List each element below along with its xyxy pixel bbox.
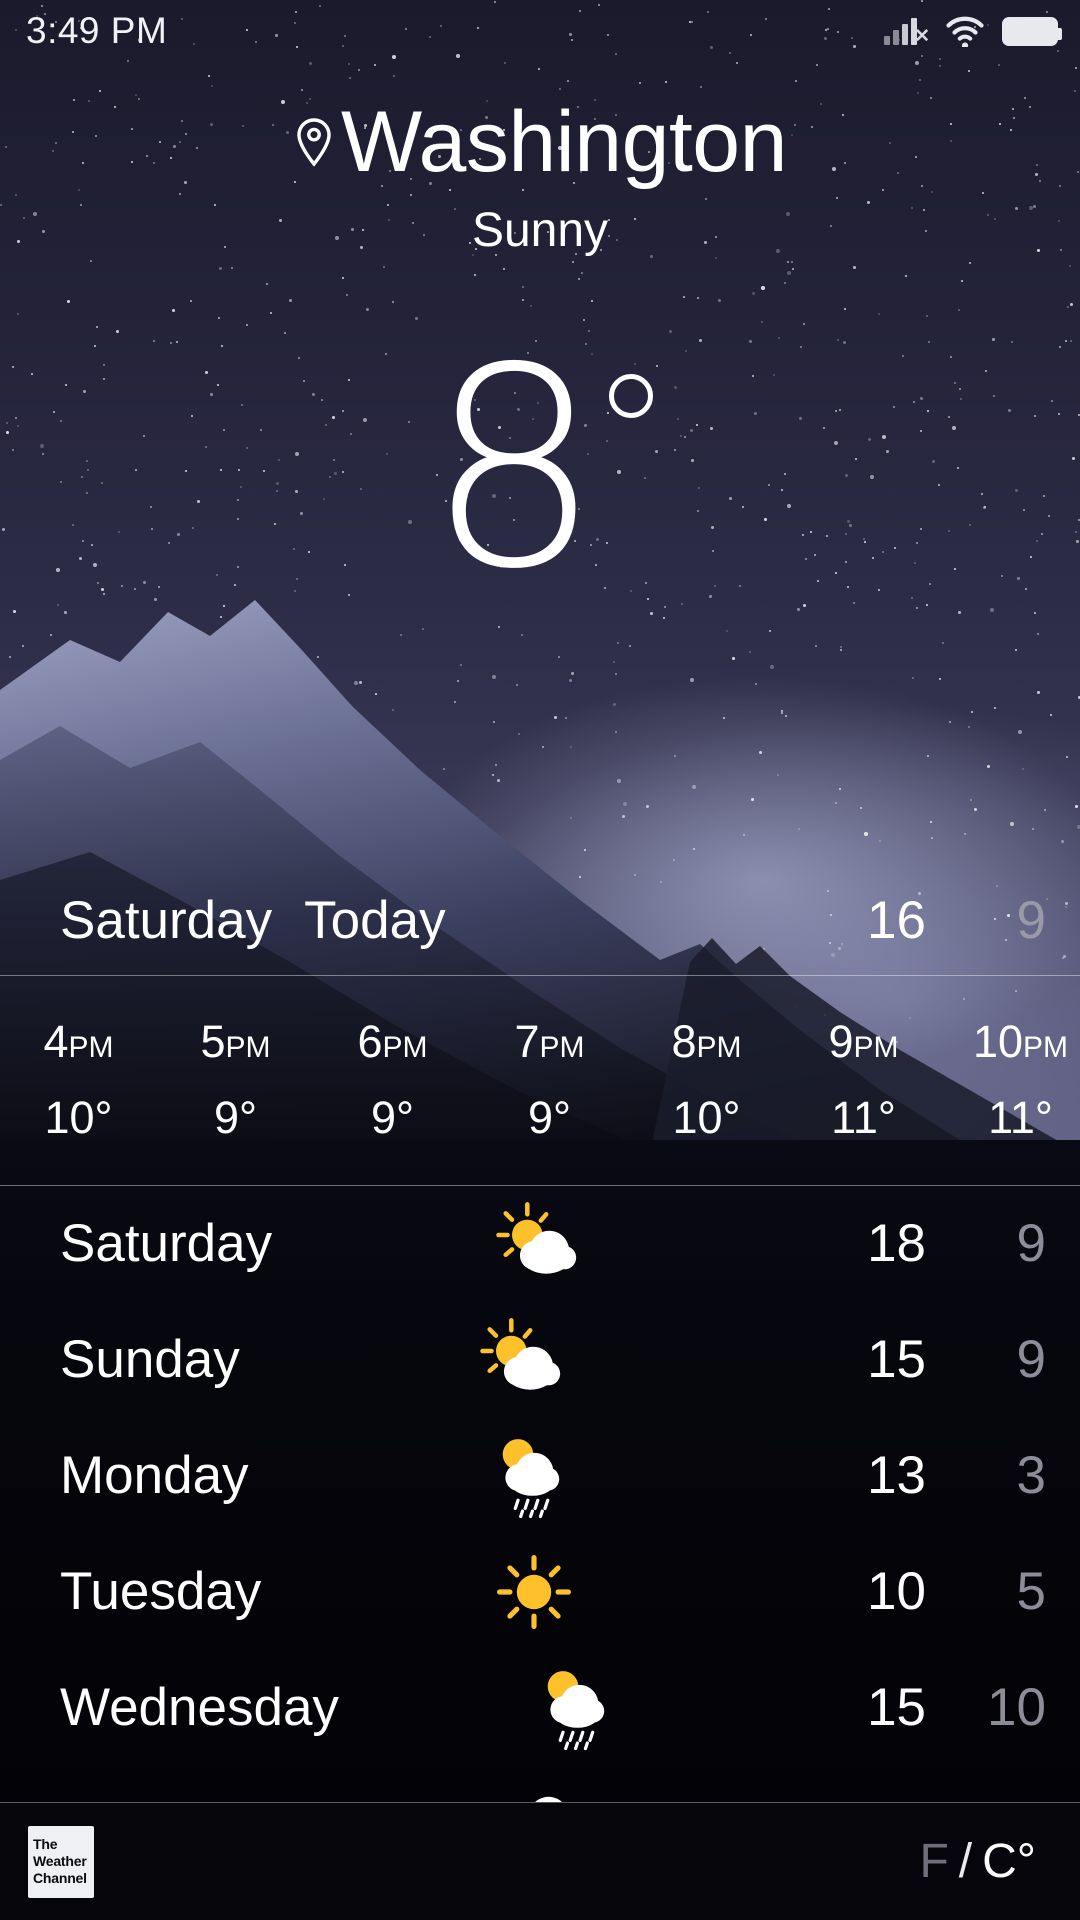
hourly-hour: 4 bbox=[43, 1016, 69, 1067]
hourly-hour: 6 bbox=[357, 1016, 383, 1067]
daily-high-temp: 13 bbox=[867, 1446, 926, 1505]
hourly-meridiem: PM bbox=[696, 1031, 742, 1064]
daily-forecast-row[interactable]: Monday 13 3 bbox=[0, 1418, 1080, 1534]
today-high-temp: 16 bbox=[867, 891, 926, 950]
daily-high-temp: 10 bbox=[867, 1562, 926, 1621]
hourly-cell[interactable]: 7PM 9° bbox=[471, 1016, 628, 1144]
hourly-hour: 5 bbox=[200, 1016, 226, 1067]
daily-day-name: Monday bbox=[60, 1446, 249, 1505]
unit-toggle-celsius[interactable]: C° bbox=[982, 1835, 1036, 1889]
daily-forecast-row[interactable]: Thursday 178 bbox=[0, 1766, 1080, 1802]
wifi-icon bbox=[944, 15, 986, 49]
signal-icon: ✕ bbox=[884, 15, 930, 47]
cloud-rain-icon bbox=[468, 1781, 618, 1802]
hourly-temp: 10° bbox=[44, 1092, 113, 1143]
logo-line-3: Channel bbox=[33, 1870, 87, 1886]
location-pin-icon bbox=[293, 116, 335, 168]
sun-cloud-rain-icon bbox=[452, 1433, 602, 1519]
hourly-temp: 9° bbox=[213, 1092, 258, 1143]
today-low-temp: 9 bbox=[1016, 891, 1046, 950]
hourly-hour: 8 bbox=[671, 1016, 697, 1067]
battery-icon bbox=[1002, 16, 1062, 46]
daily-high-temp: 18 bbox=[867, 1214, 927, 1273]
daily-day-name: Saturday bbox=[60, 1214, 273, 1273]
hourly-time: 4PM bbox=[0, 1016, 157, 1074]
daily-low-temp: 9 bbox=[1016, 1214, 1047, 1273]
daily-day-name: Tuesday bbox=[60, 1562, 262, 1621]
hourly-cell[interactable]: 10PM 11° bbox=[942, 1016, 1080, 1144]
hourly-time: 6PM bbox=[314, 1016, 471, 1074]
hourly-temp: 11° bbox=[988, 1092, 1053, 1143]
daily-low-temp: 8 bbox=[926, 1794, 1046, 1802]
daily-forecast-list[interactable]: Saturday 18 9 Sunday 15 9 Monday 13 3 Tuesday 10 5 W… bbox=[0, 1186, 1080, 1802]
today-day-name: Saturday bbox=[60, 891, 273, 950]
daily-high-temp: 15 bbox=[867, 1678, 926, 1737]
partly-sunny-icon bbox=[448, 1317, 598, 1403]
daily-low-temp: 5 bbox=[1016, 1562, 1046, 1621]
unit-toggle-separator: / bbox=[958, 1834, 973, 1888]
daily-high-temp: 17 bbox=[806, 1794, 926, 1802]
hourly-temp: 10° bbox=[672, 1092, 741, 1143]
hourly-temp: 11° bbox=[831, 1092, 896, 1143]
daily-forecast-row[interactable]: Sunday 15 9 bbox=[0, 1302, 1080, 1418]
hourly-cell[interactable]: 8PM 10° bbox=[628, 1016, 785, 1144]
hourly-time: 10PM bbox=[942, 1016, 1080, 1074]
logo-line-1: The bbox=[33, 1836, 58, 1852]
hourly-time: 7PM bbox=[471, 1016, 628, 1074]
hourly-meridiem: PM bbox=[853, 1031, 899, 1064]
location-header: Washington Sunny bbox=[0, 96, 1080, 258]
hourly-meridiem: PM bbox=[225, 1031, 271, 1064]
daily-low-temp: 10 bbox=[987, 1678, 1046, 1737]
daily-day-name: Thursday bbox=[60, 1794, 281, 1802]
hourly-hour: 9 bbox=[828, 1016, 854, 1067]
daily-low-temp: 3 bbox=[1016, 1446, 1046, 1505]
weather-channel-logo[interactable]: The Weather Channel bbox=[28, 1825, 94, 1898]
hourly-cell[interactable]: 6PM 9° bbox=[314, 1016, 471, 1144]
sun-cloud-rain-icon bbox=[497, 1665, 647, 1751]
daily-forecast-row[interactable]: Wednesday 15 10 bbox=[0, 1650, 1080, 1766]
hourly-temp: 9° bbox=[370, 1092, 415, 1143]
hourly-time: 8PM bbox=[628, 1016, 785, 1074]
today-label: Today bbox=[304, 891, 446, 950]
daily-forecast-row[interactable]: Saturday 18 9 bbox=[0, 1186, 1080, 1302]
daily-forecast-row[interactable]: Tuesday 10 5 bbox=[0, 1534, 1080, 1650]
partly-sunny-icon bbox=[464, 1201, 614, 1287]
hourly-cell[interactable]: 4PM 10° bbox=[0, 1016, 157, 1144]
daily-high-temp: 15 bbox=[867, 1330, 927, 1389]
logo-line-2: Weather bbox=[33, 1853, 87, 1869]
sun-icon bbox=[459, 1549, 609, 1635]
hourly-time: 5PM bbox=[157, 1016, 314, 1074]
city-line[interactable]: Washington bbox=[0, 96, 1080, 188]
bottom-bar: The Weather Channel F / C° bbox=[0, 1802, 1080, 1920]
hourly-meridiem: PM bbox=[382, 1031, 428, 1064]
daily-day-name: Wednesday bbox=[60, 1678, 339, 1737]
hourly-hour: 7 bbox=[514, 1016, 540, 1067]
hourly-cell[interactable]: 5PM 9° bbox=[157, 1016, 314, 1144]
page-title: Washington bbox=[341, 94, 787, 190]
daily-day-name: Sunday bbox=[60, 1330, 240, 1389]
hourly-meridiem: PM bbox=[539, 1031, 585, 1064]
hourly-forecast-strip[interactable]: 4PM 10° 5PM 9° 6PM 9° 7PM 9° 8PM 10° 9PM 11° 10PM 11° bbox=[0, 976, 1080, 1184]
status-system-icons: ✕ bbox=[884, 15, 1062, 49]
today-summary-row[interactable]: Saturday Today 16 9 bbox=[0, 866, 1080, 976]
hourly-time: 9PM bbox=[785, 1016, 942, 1074]
hourly-meridiem: PM bbox=[68, 1031, 114, 1064]
hourly-hour: 10 bbox=[972, 1016, 1024, 1067]
hourly-temp: 9° bbox=[527, 1092, 572, 1143]
unit-toggle-fahrenheit[interactable]: F bbox=[919, 1835, 948, 1889]
hourly-cell[interactable]: 9PM 11° bbox=[785, 1016, 942, 1144]
current-temperature: 8 bbox=[0, 309, 1080, 629]
current-temperature-value: 8 bbox=[426, 309, 602, 629]
degree-symbol-icon bbox=[609, 374, 654, 418]
status-bar: 3:49 PM ✕ bbox=[0, 0, 1080, 62]
current-condition: Sunny bbox=[471, 204, 609, 257]
daily-low-temp: 9 bbox=[1016, 1330, 1047, 1389]
hourly-meridiem: PM bbox=[1023, 1031, 1069, 1064]
status-clock: 3:49 PM bbox=[26, 10, 168, 51]
